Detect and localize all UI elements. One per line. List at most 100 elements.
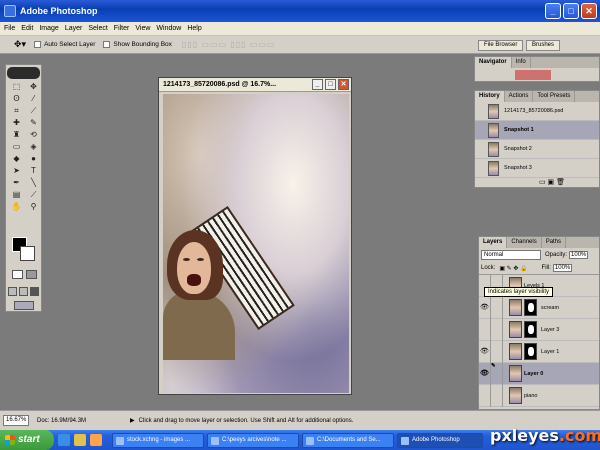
hand-tool-icon[interactable]: ✋ xyxy=(9,201,24,212)
layer-mask-thumbnail[interactable] xyxy=(524,299,537,316)
standard-mode-icon[interactable] xyxy=(12,270,23,279)
task-adobe-photoshop[interactable]: Adobe Photoshop xyxy=(397,432,483,448)
layer-link-toggle[interactable]: ✎ xyxy=(491,362,503,385)
minimize-button[interactable]: _ xyxy=(545,3,561,19)
menu-select[interactable]: Select xyxy=(88,25,107,32)
history-row-snapshot-1[interactable]: Snapshot 1 xyxy=(475,121,599,140)
layer-visibility-eye-icon[interactable]: 👁 xyxy=(479,340,491,363)
menu-edit[interactable]: Edit xyxy=(21,25,33,32)
menu-help[interactable]: Help xyxy=(187,25,201,32)
zoom-tool-icon[interactable]: ⚲ xyxy=(26,201,41,212)
navigator-thumbnail[interactable] xyxy=(515,70,551,80)
maximize-button[interactable]: □ xyxy=(563,3,579,19)
bounding-box-checkbox[interactable] xyxy=(103,41,111,48)
tab-tool-presets[interactable]: Tool Presets xyxy=(533,91,576,102)
tab-actions[interactable]: Actions xyxy=(505,91,534,102)
tab-layers[interactable]: Layers xyxy=(479,237,508,248)
history-row-document[interactable]: 1214173_85720086.psd xyxy=(475,102,599,121)
jump-to-imageready-icon[interactable] xyxy=(14,301,34,310)
file-browser-tab[interactable]: File Browser xyxy=(478,40,524,51)
layer-row[interactable]: 👁 Layer 1 xyxy=(479,340,599,363)
layer-link-toggle[interactable] xyxy=(491,296,503,319)
layer-link-toggle[interactable] xyxy=(491,340,503,363)
shape-tool-icon[interactable]: ╲ xyxy=(26,177,41,188)
layer-visibility-eye-icon[interactable]: 👁 xyxy=(479,362,491,385)
internet-explorer-icon[interactable] xyxy=(58,434,70,446)
layer-visibility-eye-icon[interactable]: 👁 xyxy=(479,296,491,319)
show-desktop-icon[interactable] xyxy=(74,434,86,446)
layer-visibility-eye-icon[interactable] xyxy=(479,318,491,341)
marquee-tool-icon[interactable]: ⬚ xyxy=(9,81,24,92)
screen-mode-full-menu-icon[interactable] xyxy=(19,287,28,296)
brushes-tab[interactable]: Brushes xyxy=(526,40,561,51)
opacity-input[interactable]: 100% xyxy=(569,251,589,259)
history-footer-icons[interactable]: ▭ ▣ 🗑 xyxy=(539,178,565,186)
notes-tool-icon[interactable]: ▤ xyxy=(9,189,24,200)
image-canvas[interactable] xyxy=(163,94,349,393)
screen-mode-standard-icon[interactable] xyxy=(8,287,17,296)
layer-visibility-eye-icon[interactable] xyxy=(479,384,491,407)
media-player-icon[interactable] xyxy=(90,434,102,446)
layer-mask-thumbnail[interactable] xyxy=(524,321,537,338)
fill-input[interactable]: 100% xyxy=(552,264,573,272)
layer-row[interactable]: 👁 scream xyxy=(479,296,599,319)
tab-paths[interactable]: Paths xyxy=(542,237,567,248)
healing-brush-tool-icon[interactable]: ✚ xyxy=(9,117,24,128)
tab-channels[interactable]: Channels xyxy=(507,237,542,248)
clone-stamp-tool-icon[interactable]: ♜ xyxy=(9,129,24,140)
menu-window[interactable]: Window xyxy=(156,25,181,32)
move-tool-icon[interactable]: ✥ xyxy=(26,81,41,92)
layer-row[interactable]: piano xyxy=(479,384,599,407)
start-button[interactable]: start xyxy=(0,430,54,450)
layer-mask-thumbnail[interactable] xyxy=(524,343,537,360)
auto-select-checkbox[interactable] xyxy=(34,41,42,48)
magic-wand-tool-icon[interactable]: ⁄ xyxy=(26,93,41,104)
tab-history[interactable]: History xyxy=(475,91,505,102)
doc-maximize-button[interactable]: □ xyxy=(325,79,336,90)
doc-size-info[interactable]: Doc: 16.9M/94.3M xyxy=(37,418,86,424)
brush-tool-icon[interactable]: ✎ xyxy=(26,117,41,128)
menu-layer[interactable]: Layer xyxy=(65,25,83,32)
close-button[interactable]: ✕ xyxy=(581,3,597,19)
screen-mode-full-icon[interactable] xyxy=(30,287,39,296)
paint-bucket-tool-icon[interactable]: ◈ xyxy=(26,141,41,152)
dodge-tool-icon[interactable]: ● xyxy=(26,153,41,164)
blend-mode-select[interactable]: Normal xyxy=(481,250,541,260)
tab-navigator[interactable]: Navigator xyxy=(475,57,512,68)
layer-row[interactable]: 👁 ✎ Layer 0 xyxy=(479,362,599,385)
menu-filter[interactable]: Filter xyxy=(114,25,130,32)
task-peeys-folder[interactable]: C:\peeys arcives\note ... xyxy=(207,432,299,448)
background-color-swatch[interactable] xyxy=(20,246,35,261)
history-row-snapshot-2[interactable]: Snapshot 2 xyxy=(475,140,599,159)
blur-tool-icon[interactable]: ◆ xyxy=(9,153,24,164)
layer-link-toggle[interactable] xyxy=(491,318,503,341)
path-selection-tool-icon[interactable]: ➤ xyxy=(9,165,24,176)
menu-file[interactable]: File xyxy=(4,25,15,32)
photoshop-logo-icon[interactable] xyxy=(7,67,40,79)
history-brush-tool-icon[interactable]: ⟲ xyxy=(26,129,41,140)
doc-minimize-button[interactable]: _ xyxy=(312,79,323,90)
quick-mask-icon[interactable] xyxy=(26,270,37,279)
pen-tool-icon[interactable]: ✒ xyxy=(9,177,24,188)
status-arrow-icon[interactable]: ▶ xyxy=(130,417,135,424)
history-row-snapshot-3[interactable]: Snapshot 3 xyxy=(475,159,599,178)
crop-tool-icon[interactable]: ⌗ xyxy=(9,105,24,116)
move-tool-preset-icon[interactable]: ✥▾ xyxy=(14,39,26,50)
tab-info[interactable]: Info xyxy=(512,57,531,68)
layer-link-toggle[interactable] xyxy=(491,384,503,407)
task-documents-folder[interactable]: C:\Documents and Se... xyxy=(302,432,394,448)
task-stock-xchng[interactable]: stock.xchng - images ... xyxy=(112,432,204,448)
type-tool-icon[interactable]: T xyxy=(26,165,41,176)
menu-view[interactable]: View xyxy=(135,25,150,32)
zoom-field[interactable]: 16.67% xyxy=(3,415,29,426)
document-titlebar[interactable]: 1214173_85720086.psd @ 16.7%... _ □ ✕ xyxy=(159,78,351,92)
eraser-tool-icon[interactable]: ▭ xyxy=(9,141,24,152)
layer-row[interactable]: Layer 3 xyxy=(479,318,599,341)
eyedropper-tool-icon[interactable]: ⟋ xyxy=(26,189,41,200)
lock-icons[interactable]: ▣ ✎ ✥ 🔒 xyxy=(499,265,527,272)
doc-close-button[interactable]: ✕ xyxy=(338,79,349,90)
menu-image[interactable]: Image xyxy=(39,25,58,32)
align-buttons-icon[interactable]: ▯▯▯ ▭▭▭ ▯▯▯ ▭▭▭ xyxy=(182,40,275,49)
lasso-tool-icon[interactable]: ʘ xyxy=(9,93,24,104)
slice-tool-icon[interactable]: ⟋ xyxy=(26,105,41,116)
